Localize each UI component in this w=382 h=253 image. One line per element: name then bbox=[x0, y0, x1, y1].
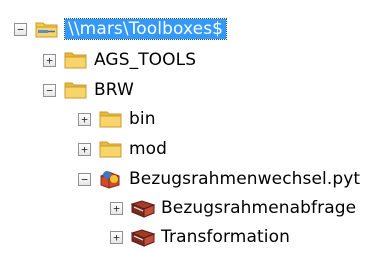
expand-toggle[interactable]: + bbox=[43, 53, 56, 67]
tree-node-brw[interactable]: − BRW bbox=[43, 74, 134, 106]
catalog-tree: − \\mars\Toolboxes$ + AGS_TOOLS − BRW + … bbox=[0, 0, 382, 247]
collapse-toggle[interactable]: − bbox=[78, 172, 91, 186]
collapse-toggle[interactable]: − bbox=[14, 22, 27, 36]
folder-icon bbox=[64, 50, 88, 70]
collapse-toggle[interactable]: − bbox=[43, 83, 56, 97]
folder-icon bbox=[99, 139, 123, 159]
tree-label-brw[interactable]: BRW bbox=[94, 80, 134, 100]
expand-toggle[interactable]: + bbox=[78, 112, 91, 126]
tree-label-python-toolbox[interactable]: Bezugsrahmenwechsel.pyt bbox=[129, 169, 360, 189]
expand-toggle[interactable]: + bbox=[110, 230, 123, 244]
tree-node-bin[interactable]: + bin bbox=[78, 103, 156, 135]
tree-node-ags-tools[interactable]: + AGS_TOOLS bbox=[43, 44, 196, 76]
folder-icon bbox=[99, 109, 123, 129]
tree-node-toolset-abfrage[interactable]: + Bezugsrahmenabfrage bbox=[110, 192, 356, 224]
tree-node-mod[interactable]: + mod bbox=[78, 133, 167, 165]
tree-label-bin[interactable]: bin bbox=[129, 109, 156, 129]
toolset-icon bbox=[131, 198, 155, 218]
folder-connection-icon bbox=[35, 19, 59, 39]
tree-label-root[interactable]: \\mars\Toolboxes$ bbox=[63, 18, 228, 40]
expand-toggle[interactable]: + bbox=[78, 142, 91, 156]
tree-label-toolset-transformation[interactable]: Transformation bbox=[161, 227, 290, 247]
folder-icon bbox=[64, 80, 88, 100]
tree-label-toolset-abfrage[interactable]: Bezugsrahmenabfrage bbox=[161, 198, 356, 218]
tree-label-ags-tools[interactable]: AGS_TOOLS bbox=[94, 50, 196, 70]
tree-label-mod[interactable]: mod bbox=[129, 139, 167, 159]
toolset-icon bbox=[131, 227, 155, 247]
expand-toggle[interactable]: + bbox=[110, 201, 123, 215]
tree-node-python-toolbox[interactable]: − Bezugsrahmenwechsel.pyt bbox=[78, 163, 360, 195]
tree-node-toolset-transformation[interactable]: + Transformation bbox=[110, 221, 290, 253]
tree-node-root[interactable]: − \\mars\Toolboxes$ bbox=[14, 13, 228, 45]
python-toolbox-icon bbox=[99, 169, 123, 189]
